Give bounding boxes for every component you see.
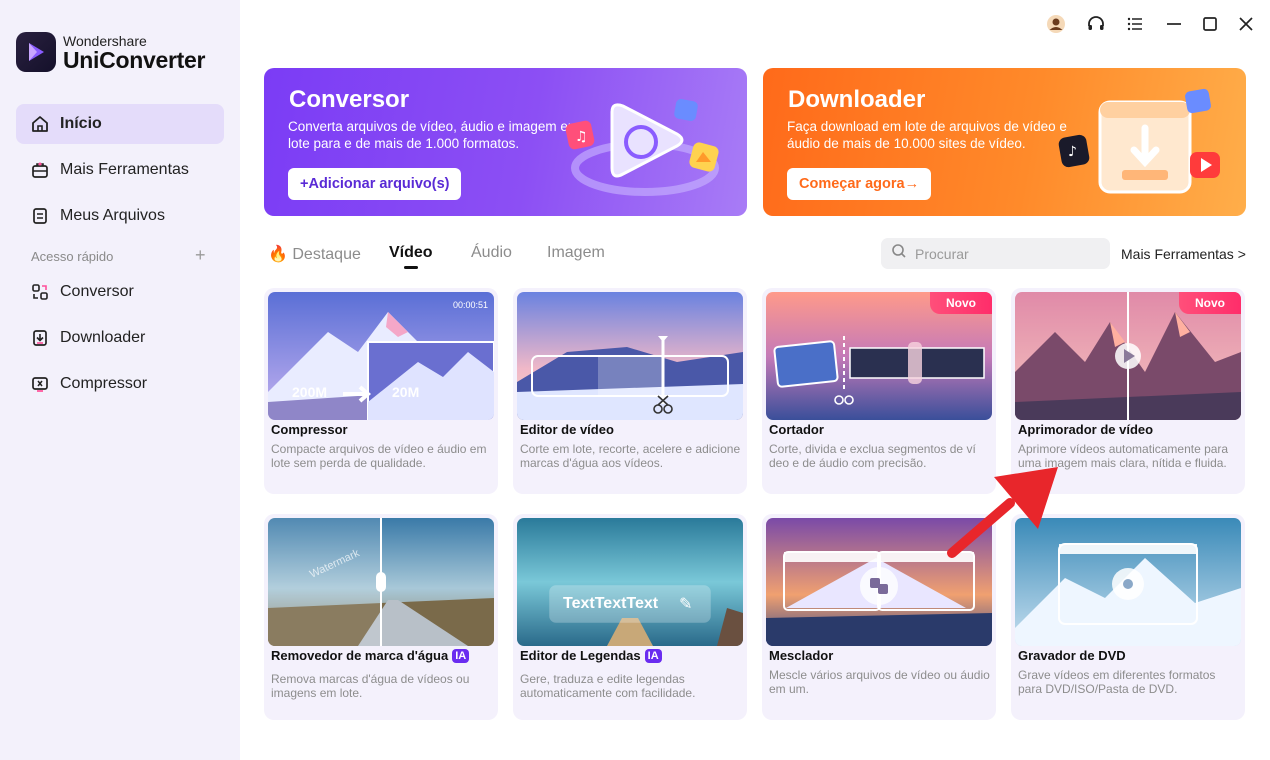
size-after: 20M [392,384,420,400]
brand-product: UniConverter [63,47,206,73]
app-logo [16,32,56,72]
downloader-banner-desc: Faça download em lote de arquivos de víd… [787,119,1067,151]
downloader-icon [30,328,50,348]
fire-icon: 🔥 [268,246,288,263]
card-compressor[interactable]: 00:00:51 200M 20M Compressor Compacte ar… [264,288,498,494]
search-box[interactable] [881,238,1110,269]
tab-destaque[interactable]: 🔥 Destaque [268,244,361,264]
compressor-thumbnail [268,292,494,420]
compressor-icon [30,374,50,394]
sidebar-item-downloader[interactable]: Downloader [16,318,224,358]
toolbox-icon [30,160,50,180]
converter-banner-desc: Converta arquivos de vídeo, áudio e imag… [288,119,580,151]
headset-support-icon[interactable] [1084,12,1108,36]
converter-banner[interactable]: Conversor Converta arquivos de vídeo, áu… [264,68,747,216]
card-title: Mesclador [769,648,834,663]
card-description: Gere, traduza e edite legendas automatic… [520,672,696,700]
new-badge: Novo [930,292,992,314]
quick-access-label: Acesso rápido [31,249,114,264]
card-title: Gravador de DVD [1018,648,1126,663]
sidebar-item-label: Meus Arquivos [60,207,165,224]
new-badge: Novo [1179,292,1241,314]
converter-banner-title: Conversor [289,86,410,113]
sidebar-item-label: Início [60,115,102,132]
card-description: Corte, divida e exclua segmentos de ví d… [769,442,976,470]
card-description: Compacte arquivos de vídeo e áudio em lo… [271,442,487,470]
card-mesclador[interactable]: Mesclador Mescle vários arquivos de víde… [762,514,996,720]
home-icon [30,114,50,134]
sidebar-item-label: Mais Ferramentas [60,161,189,178]
more-tools-link[interactable]: Mais Ferramentas > [1121,246,1246,262]
search-icon [891,243,907,264]
watermark-remover-thumbnail [268,518,494,646]
search-input[interactable] [915,245,1095,262]
subtitle-editor-thumbnail [517,518,743,646]
sidebar: Wondershare UniConverter Início Mais Fer… [0,0,240,760]
card-description: Remova marcas d'água de vídeos ou imagen… [271,672,470,700]
merger-thumbnail [766,518,992,646]
card-title: Cortador [769,422,824,437]
subtitle-overlay-text: TextTextText [563,595,659,612]
sidebar-item-meus-arquivos[interactable]: Meus Arquivos [16,196,224,236]
card-editor-de-video[interactable]: Editor de vídeo Corte em lote, recorte, … [513,288,747,494]
start-now-button[interactable]: Começar agora→ [787,168,932,200]
converter-icon [30,282,50,302]
size-before: 200M [292,384,328,400]
card-title: Compressor [271,422,348,437]
card-title: Removedor de marca d'água IA [271,648,470,663]
card-aprimorador-de-video[interactable]: Novo Aprimorador de vídeo Aprimore vídeo… [1011,288,1245,494]
card-description: Corte em lote, recorte, acelere e adicio… [520,442,741,470]
tab-video[interactable]: Vídeo [389,244,433,262]
card-removedor-de-marca[interactable]: Watermark Removedor de marca d'água IA R… [264,514,498,720]
sidebar-item-mais-ferramentas[interactable]: Mais Ferramentas [16,150,224,190]
sidebar-item-label: Compressor [60,375,148,392]
card-editor-de-legendas[interactable]: TextTextText ✎ Editor de Legendas IA Ger… [513,514,747,720]
card-title-text: Removedor de marca d'água [271,648,449,663]
card-description: Aprimore vídeos automaticamente para uma… [1018,442,1229,470]
menu-list-icon[interactable] [1123,12,1147,36]
card-title: Aprimorador de vídeo [1018,422,1154,437]
converter-illustration: ♫ [565,99,719,196]
downloader-banner-title: Downloader [788,86,926,113]
card-description: Grave vídeos em diferentes formatos para… [1018,668,1216,696]
card-description: Mescle vários arquivos de vídeo ou áudio… [769,668,990,696]
edit-pencil-icon: ✎ [679,596,693,613]
video-editor-thumbnail [517,292,743,420]
card-title: Editor de Legendas IA [520,648,662,663]
downloader-banner[interactable]: Downloader Faça download em lote de arqu… [763,68,1246,216]
user-avatar-icon[interactable] [1044,12,1068,36]
add-quick-access-icon[interactable]: + [195,245,206,266]
tab-label: Destaque [292,246,361,263]
video-timestamp: 00:00:51 [452,300,488,310]
card-title: Editor de vídeo [520,422,614,437]
sidebar-item-conversor[interactable]: Conversor [16,272,224,312]
card-gravador-de-dvd[interactable]: Gravador de DVD Grave vídeos em diferent… [1011,514,1245,720]
sidebar-item-compressor[interactable]: Compressor [16,364,224,404]
tab-audio[interactable]: Áudio [471,244,512,262]
add-files-button[interactable]: +Adicionar arquivo(s) [288,168,462,200]
svg-text:♫: ♫ [575,129,588,145]
downloader-illustration: ♪ [1058,88,1220,194]
files-icon [30,206,50,226]
minimize-icon[interactable] [1162,12,1186,36]
tab-imagem[interactable]: Imagem [547,244,605,262]
ai-badge: IA [644,648,662,663]
close-icon[interactable] [1234,12,1258,36]
ai-badge: IA [452,648,470,663]
sidebar-item-label: Downloader [60,329,146,346]
active-tab-indicator [404,266,418,269]
card-title-text: Editor de Legendas [520,648,641,663]
maximize-icon[interactable] [1198,12,1222,36]
card-cortador[interactable]: Novo Cortador Corte, divida e exclua seg… [762,288,996,494]
sidebar-item-label: Conversor [60,283,134,300]
dvd-burner-thumbnail [1015,518,1241,646]
sidebar-item-inicio[interactable]: Início [16,104,224,144]
svg-text:♪: ♪ [1068,144,1077,160]
